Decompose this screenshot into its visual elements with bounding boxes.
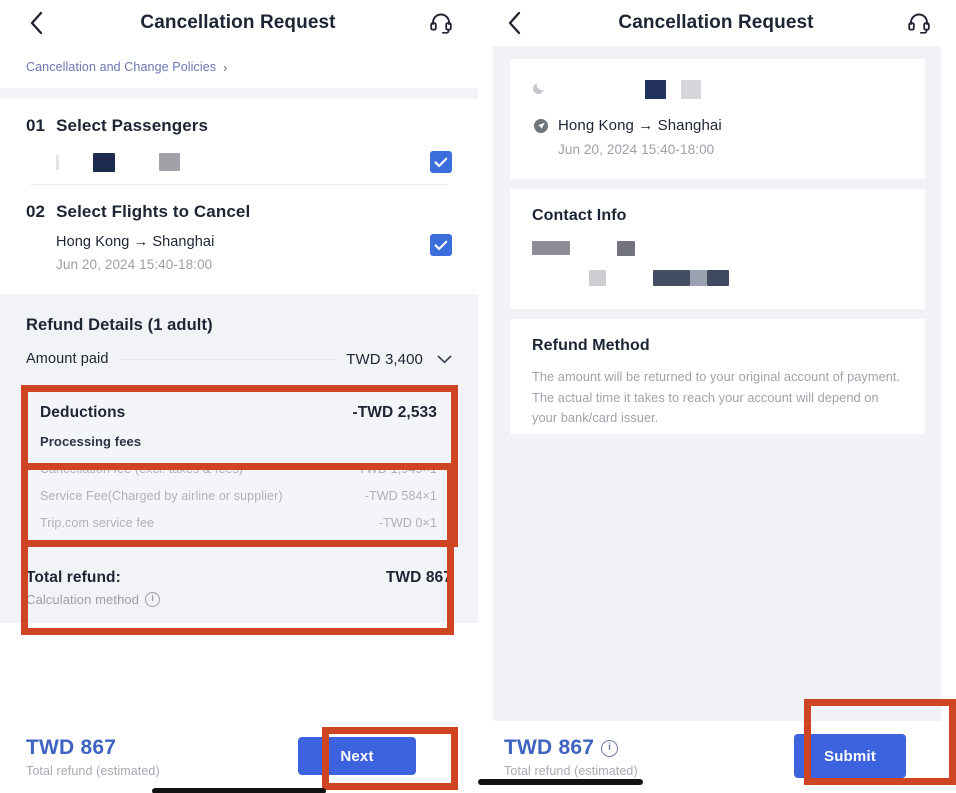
chevron-right-icon: › bbox=[223, 59, 228, 75]
calculation-method-label: Calculation method bbox=[26, 592, 140, 607]
deductions-label: Deductions bbox=[40, 404, 126, 421]
fee-label: Trip.com service fee bbox=[40, 516, 155, 530]
left-phone-screen: Cancellation Request Cancellation and Ch… bbox=[0, 0, 478, 793]
fee-row: Service Fee(Charged by airline or suppli… bbox=[40, 476, 437, 503]
submit-button[interactable]: Submit bbox=[794, 734, 906, 778]
redacted-block bbox=[690, 270, 707, 286]
redacted-block bbox=[645, 79, 666, 99]
redacted-block bbox=[56, 154, 59, 170]
flight-route: Hong Kong → Shanghai bbox=[56, 234, 215, 250]
flight-summary-card: Hong Kong → Shanghai Jun 20, 2024 15:40-… bbox=[510, 59, 925, 179]
amount-paid-value: TWD 3,400 bbox=[346, 350, 423, 368]
redacted-block bbox=[707, 270, 729, 286]
policies-link-label: Cancellation and Change Policies bbox=[26, 60, 217, 74]
deductions-row: Deductions -TWD 2,533 bbox=[40, 398, 437, 422]
back-icon[interactable] bbox=[22, 9, 50, 37]
fee-row: Trip.com service fee -TWD 0×1 bbox=[40, 503, 437, 530]
headset-icon[interactable] bbox=[426, 9, 456, 37]
headset-icon[interactable] bbox=[904, 9, 934, 37]
fee-label: Service Fee(Charged by airline or suppli… bbox=[40, 489, 283, 503]
right-panel-body: Hong Kong → Shanghai Jun 20, 2024 15:40-… bbox=[478, 46, 956, 793]
select-passengers-title: 01 Select Passengers bbox=[26, 99, 452, 140]
right-bottom-amount-block: TWD 867 i Total refund (estimated) bbox=[504, 736, 638, 778]
total-refund-row: Total refund: TWD 867 bbox=[26, 547, 452, 587]
step-number-02: 02 bbox=[26, 202, 46, 221]
right-bottom-amount-row: TWD 867 i bbox=[504, 736, 638, 760]
left-bottom-sublabel: Total refund (estimated) bbox=[26, 764, 160, 778]
amount-paid-label: Amount paid bbox=[26, 351, 109, 367]
refund-method-description: The amount will be returned to your orig… bbox=[532, 369, 901, 426]
step-number-01: 01 bbox=[26, 116, 46, 135]
deductions-value: -TWD 2,533 bbox=[352, 404, 437, 421]
total-refund-value: TWD 867 bbox=[385, 569, 452, 586]
info-icon[interactable]: i bbox=[601, 739, 619, 757]
next-button[interactable]: Next bbox=[298, 737, 416, 775]
redacted-block bbox=[617, 241, 635, 256]
passenger-row[interactable] bbox=[26, 140, 452, 184]
amount-paid-row[interactable]: Amount paid TWD 3,400 bbox=[26, 341, 452, 377]
page-title: Cancellation Request bbox=[618, 12, 814, 33]
fee-value: -TWD 0×1 bbox=[378, 516, 437, 530]
screenshot-stage: Cancellation Request Cancellation and Ch… bbox=[0, 0, 956, 793]
contact-info-card: Contact Info bbox=[510, 189, 925, 309]
select-flights-section: 02 Select Flights to Cancel Hong Kong → … bbox=[0, 185, 478, 286]
step-label-passengers: Select Passengers bbox=[56, 116, 209, 135]
right-bottom-sublabel: Total refund (estimated) bbox=[504, 764, 638, 778]
refund-details-card: Refund Details (1 adult) Amount paid TWD… bbox=[0, 294, 478, 547]
flight-route-row: Hong Kong → Shanghai bbox=[532, 101, 903, 134]
chevron-down-icon[interactable] bbox=[437, 353, 452, 366]
right-bottom-amount: TWD 867 bbox=[504, 736, 595, 759]
redacted-block bbox=[532, 241, 570, 255]
total-refund-block: Total refund: TWD 867 Calculation method… bbox=[0, 547, 478, 623]
flight-checkbox[interactable] bbox=[430, 234, 452, 256]
info-icon[interactable]: i bbox=[145, 592, 161, 607]
contact-info-redacted-values bbox=[532, 239, 903, 301]
policies-link-row[interactable]: Cancellation and Change Policies › bbox=[0, 46, 478, 88]
right-phone-screen: Cancellation Request Hong Kong → Shangha… bbox=[478, 0, 956, 793]
redacted-block bbox=[681, 79, 701, 99]
section-divider-band bbox=[0, 88, 478, 99]
flight-date: Jun 20, 2024 15:40-18:00 bbox=[558, 142, 715, 157]
home-indicator bbox=[152, 788, 326, 793]
spacer bbox=[0, 286, 478, 294]
moon-icon bbox=[532, 81, 546, 98]
redacted-block bbox=[589, 270, 606, 286]
refund-details-title: Refund Details (1 adult) bbox=[26, 316, 213, 334]
left-bottom-bar: TWD 867 Total refund (estimated) Next bbox=[0, 721, 478, 793]
redacted-block bbox=[653, 270, 690, 286]
fee-value: -TWD 584×1 bbox=[364, 489, 437, 503]
left-app-header: Cancellation Request bbox=[0, 0, 478, 46]
passenger-checkbox[interactable] bbox=[430, 151, 452, 173]
right-app-header: Cancellation Request bbox=[478, 0, 956, 46]
amount-leader-line bbox=[118, 358, 337, 360]
flight-route: Hong Kong → Shanghai bbox=[558, 117, 722, 134]
deductions-highlight-box: Deductions -TWD 2,533 Processing fees Ca… bbox=[21, 385, 458, 547]
calculation-method-row[interactable]: Calculation method i bbox=[26, 587, 452, 623]
refund-method-card: Refund Method The amount will be returne… bbox=[510, 319, 925, 434]
redacted-block bbox=[159, 153, 180, 171]
step-label-flights: Select Flights to Cancel bbox=[56, 202, 251, 221]
select-passengers-section: 01 Select Passengers bbox=[0, 99, 478, 184]
fee-value: -TWD 1,949×1 bbox=[354, 462, 437, 476]
flight-date: Jun 20, 2024 15:40-18:00 bbox=[56, 257, 213, 272]
left-bottom-amount-block: TWD 867 Total refund (estimated) bbox=[26, 736, 160, 778]
page-title: Cancellation Request bbox=[140, 12, 336, 33]
fee-row: Cancellation fee (excl. taxes & fees) -T… bbox=[40, 449, 437, 476]
processing-fees-label: Processing fees bbox=[40, 434, 142, 449]
home-indicator bbox=[478, 779, 643, 785]
back-icon[interactable] bbox=[500, 9, 528, 37]
refund-method-title: Refund Method bbox=[532, 337, 650, 354]
contact-info-title: Contact Info bbox=[532, 207, 627, 224]
redacted-block bbox=[93, 152, 115, 172]
total-refund-label: Total refund: bbox=[26, 569, 121, 586]
flight-row[interactable]: Hong Kong → Shanghai Jun 20, 2024 15:40-… bbox=[26, 226, 452, 286]
select-flights-title: 02 Select Flights to Cancel bbox=[26, 185, 452, 226]
fee-label: Cancellation fee (excl. taxes & fees) bbox=[40, 462, 244, 476]
left-bottom-amount: TWD 867 bbox=[26, 736, 117, 759]
globe-icon bbox=[532, 117, 549, 134]
flight-card-top-row bbox=[532, 77, 903, 101]
